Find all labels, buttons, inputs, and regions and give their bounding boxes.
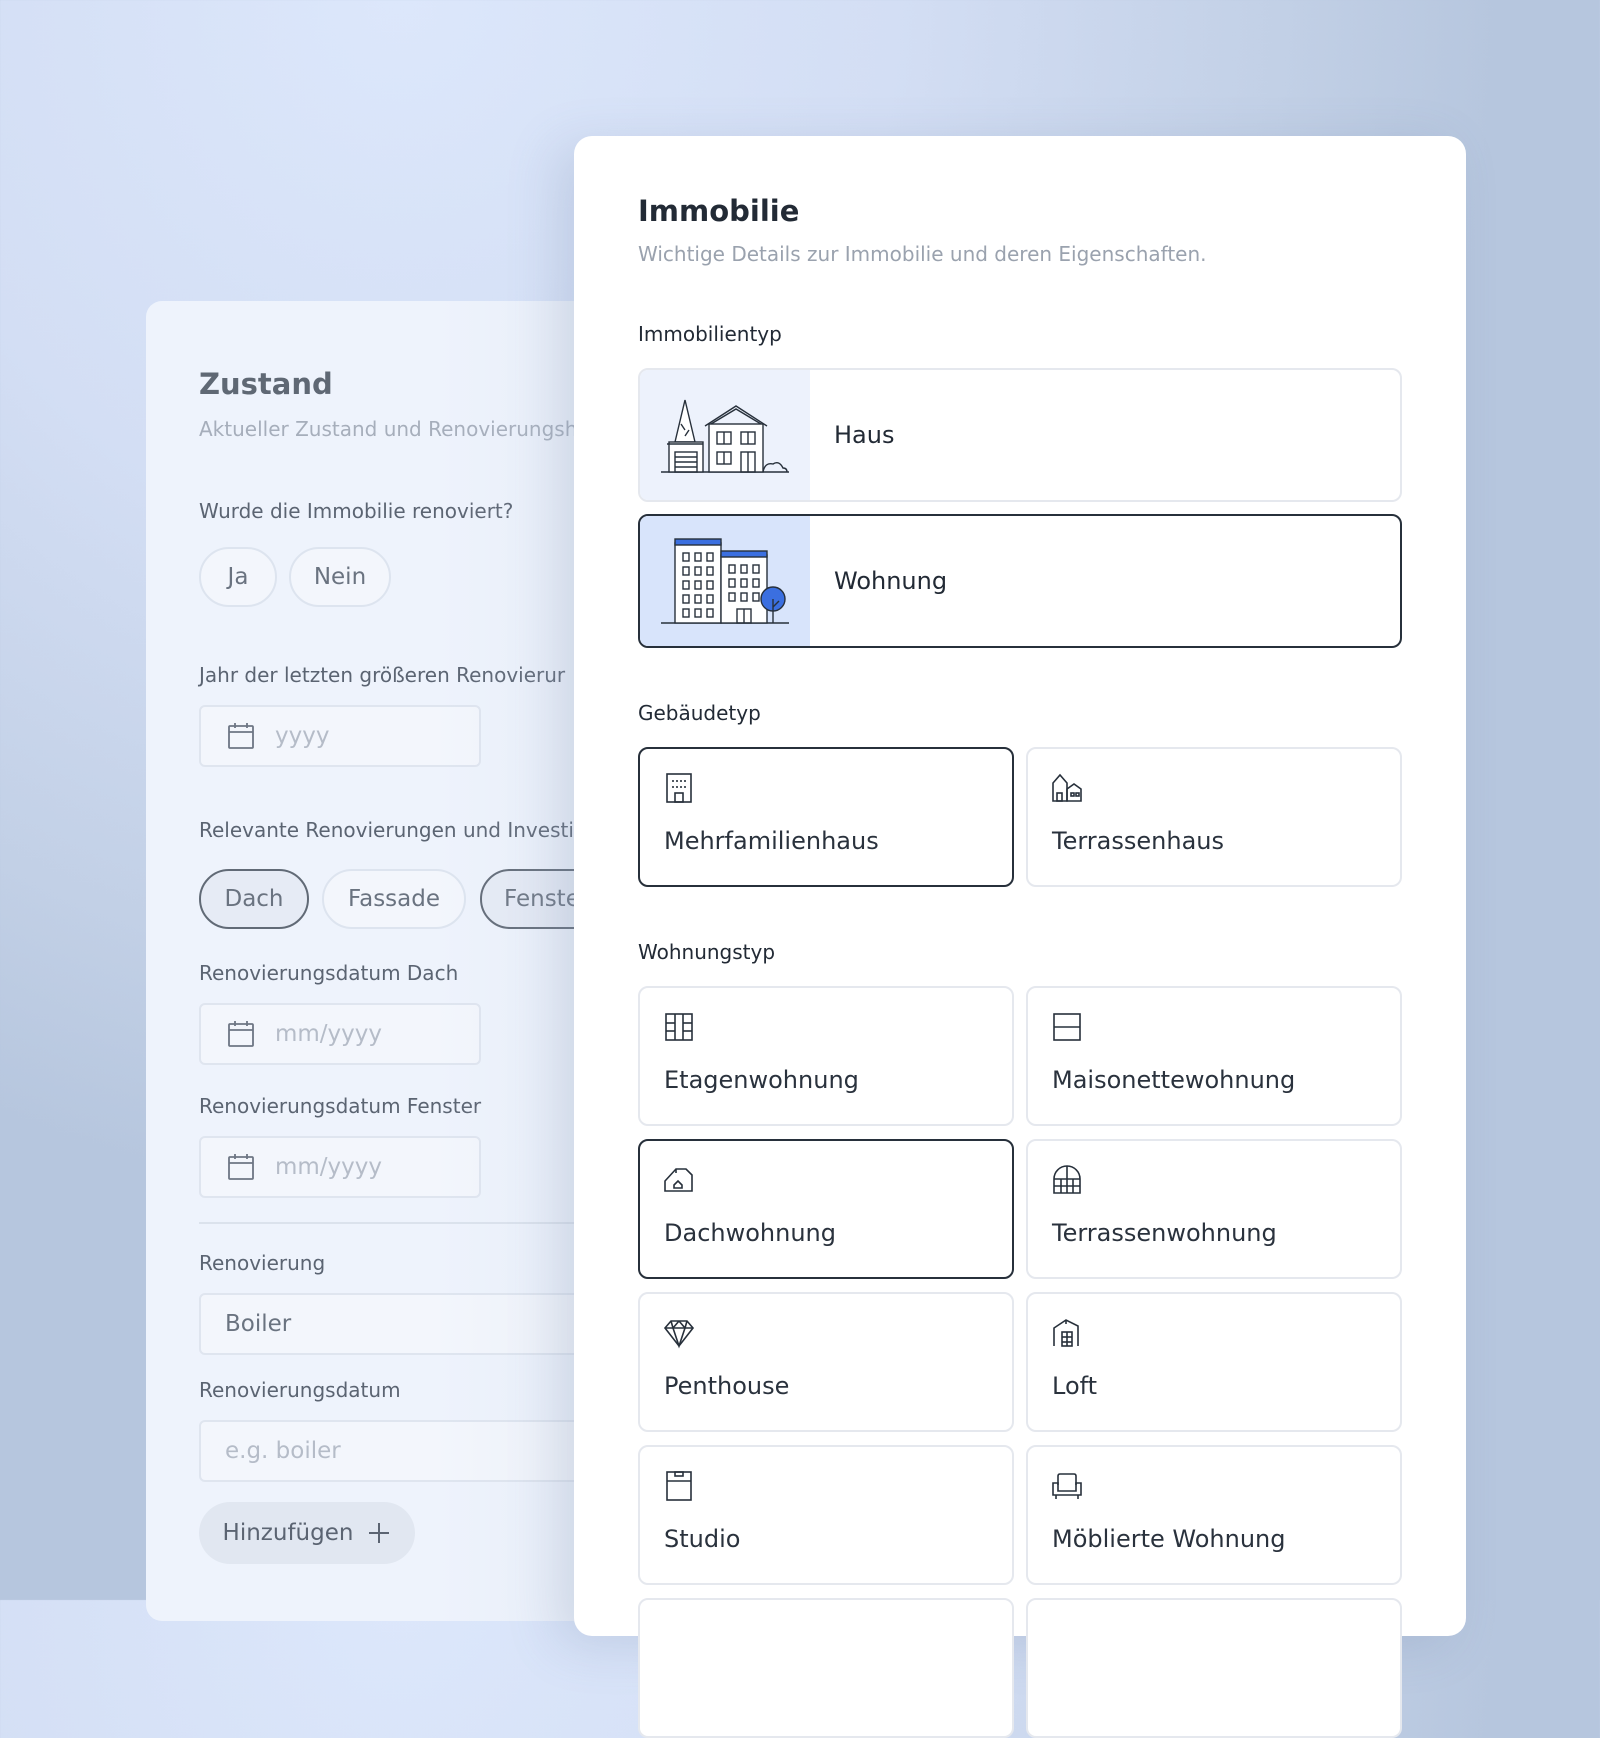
- calendar-icon: [228, 723, 254, 749]
- renovation-date-label: Renovierungsdatum: [199, 1378, 401, 1402]
- property-subtitle: Wichtige Details zur Immobilie und deren…: [638, 242, 1207, 266]
- property-type-wohnung[interactable]: Wohnung: [638, 514, 1402, 648]
- property-type-wohnung-label: Wohnung: [834, 567, 948, 595]
- plus-icon: [369, 1523, 390, 1543]
- date-window-input[interactable]: mm/yyyy: [199, 1136, 481, 1198]
- renovation-value: Boiler: [225, 1311, 292, 1337]
- apartment-type-next-card[interactable]: [638, 1598, 1014, 1738]
- date-roof-placeholder: mm/yyyy: [275, 1021, 383, 1047]
- date-roof-label: Renovierungsdatum Dach: [199, 961, 459, 985]
- apartment-type-label: Wohnungstyp: [638, 940, 776, 964]
- date-roof-input[interactable]: mm/yyyy: [199, 1003, 481, 1065]
- property-type-haus[interactable]: Haus: [638, 368, 1402, 502]
- studio-door-icon: [666, 1471, 692, 1501]
- property-type-haus-label: Haus: [834, 421, 895, 449]
- apartment-type-etagenwohnung[interactable]: Etagenwohnung: [638, 986, 1014, 1126]
- last-renovation-label: Jahr der letzten größeren Renovierur: [199, 663, 566, 687]
- calendar-icon: [228, 1021, 254, 1047]
- apartment-type-loft-label: Loft: [1052, 1372, 1098, 1400]
- building-type-mehrfamilienhaus[interactable]: Mehrfamilienhaus: [638, 747, 1014, 887]
- maisonette-icon: [1053, 1013, 1081, 1041]
- apartment-type-terrassenwohnung[interactable]: Terrassenwohnung: [1026, 1139, 1402, 1279]
- chip-fassade[interactable]: Fassade: [322, 869, 466, 929]
- date-window-placeholder: mm/yyyy: [275, 1154, 383, 1180]
- attic-icon: [664, 1168, 693, 1192]
- house-illustration: [640, 370, 810, 500]
- apartment-type-terrassenwohnung-label: Terrassenwohnung: [1052, 1219, 1277, 1247]
- apartment-type-penthouse-label: Penthouse: [664, 1372, 790, 1400]
- apartment-type-loft[interactable]: Loft: [1026, 1292, 1402, 1432]
- floor-plan-icon: [665, 1013, 693, 1041]
- apartment-type-dachwohnung-label: Dachwohnung: [664, 1219, 836, 1247]
- apartment-type-studio[interactable]: Studio: [638, 1445, 1014, 1585]
- add-button-label: Hinzufügen: [222, 1520, 354, 1546]
- building-type-mehrfamilienhaus-label: Mehrfamilienhaus: [664, 827, 879, 855]
- terrace-window-icon: [1053, 1165, 1081, 1194]
- multi-family-building-icon: [666, 773, 692, 803]
- apartment-type-etagenwohnung-label: Etagenwohnung: [664, 1066, 859, 1094]
- building-type-terrassenhaus-label: Terrassenhaus: [1052, 827, 1224, 855]
- apartment-type-maisonettewohnung-label: Maisonettewohnung: [1052, 1066, 1296, 1094]
- property-type-label: Immobilientyp: [638, 322, 782, 346]
- relevant-renovations-label: Relevante Renovierungen und Investi: [199, 818, 574, 842]
- apartment-type-studio-label: Studio: [664, 1525, 741, 1553]
- renovated-question-label: Wurde die Immobilie renoviert?: [199, 499, 514, 523]
- renovated-no-button[interactable]: Nein: [289, 547, 391, 607]
- building-type-terrassenhaus[interactable]: Terrassenhaus: [1026, 747, 1402, 887]
- apartment-type-next-card[interactable]: [1026, 1598, 1402, 1738]
- apartment-type-moeblierte-wohnung-label: Möblierte Wohnung: [1052, 1525, 1286, 1553]
- building-type-label: Gebäudetyp: [638, 701, 761, 725]
- condition-title: Zustand: [199, 367, 333, 401]
- date-window-label: Renovierungsdatum Fenster: [199, 1094, 482, 1118]
- chip-dach[interactable]: Dach: [199, 869, 309, 929]
- loft-icon: [1053, 1319, 1079, 1347]
- last-renovation-year-input[interactable]: yyyy: [199, 705, 481, 767]
- apartment-type-maisonettewohnung[interactable]: Maisonettewohnung: [1026, 986, 1402, 1126]
- property-title: Immobilie: [638, 194, 800, 228]
- apartment-type-moeblierte-wohnung[interactable]: Möblierte Wohnung: [1026, 1445, 1402, 1585]
- renovation-date-placeholder: e.g. boiler: [225, 1438, 341, 1464]
- condition-subtitle: Aktueller Zustand und Renovierungsh: [199, 417, 578, 441]
- armchair-icon: [1052, 1473, 1082, 1499]
- diamond-icon: [663, 1320, 695, 1349]
- calendar-icon: [228, 1154, 254, 1180]
- apartment-type-penthouse[interactable]: Penthouse: [638, 1292, 1014, 1432]
- renovation-label: Renovierung: [199, 1251, 326, 1275]
- terraced-house-icon: [1052, 773, 1082, 802]
- renovated-yes-button[interactable]: Ja: [199, 547, 277, 607]
- add-button[interactable]: Hinzufügen: [199, 1502, 415, 1564]
- apartment-type-dachwohnung[interactable]: Dachwohnung: [638, 1139, 1014, 1279]
- property-panel: Immobilie Wichtige Details zur Immobilie…: [574, 136, 1466, 1738]
- apartment-building-illustration: [640, 516, 810, 646]
- last-renovation-placeholder: yyyy: [275, 723, 330, 749]
